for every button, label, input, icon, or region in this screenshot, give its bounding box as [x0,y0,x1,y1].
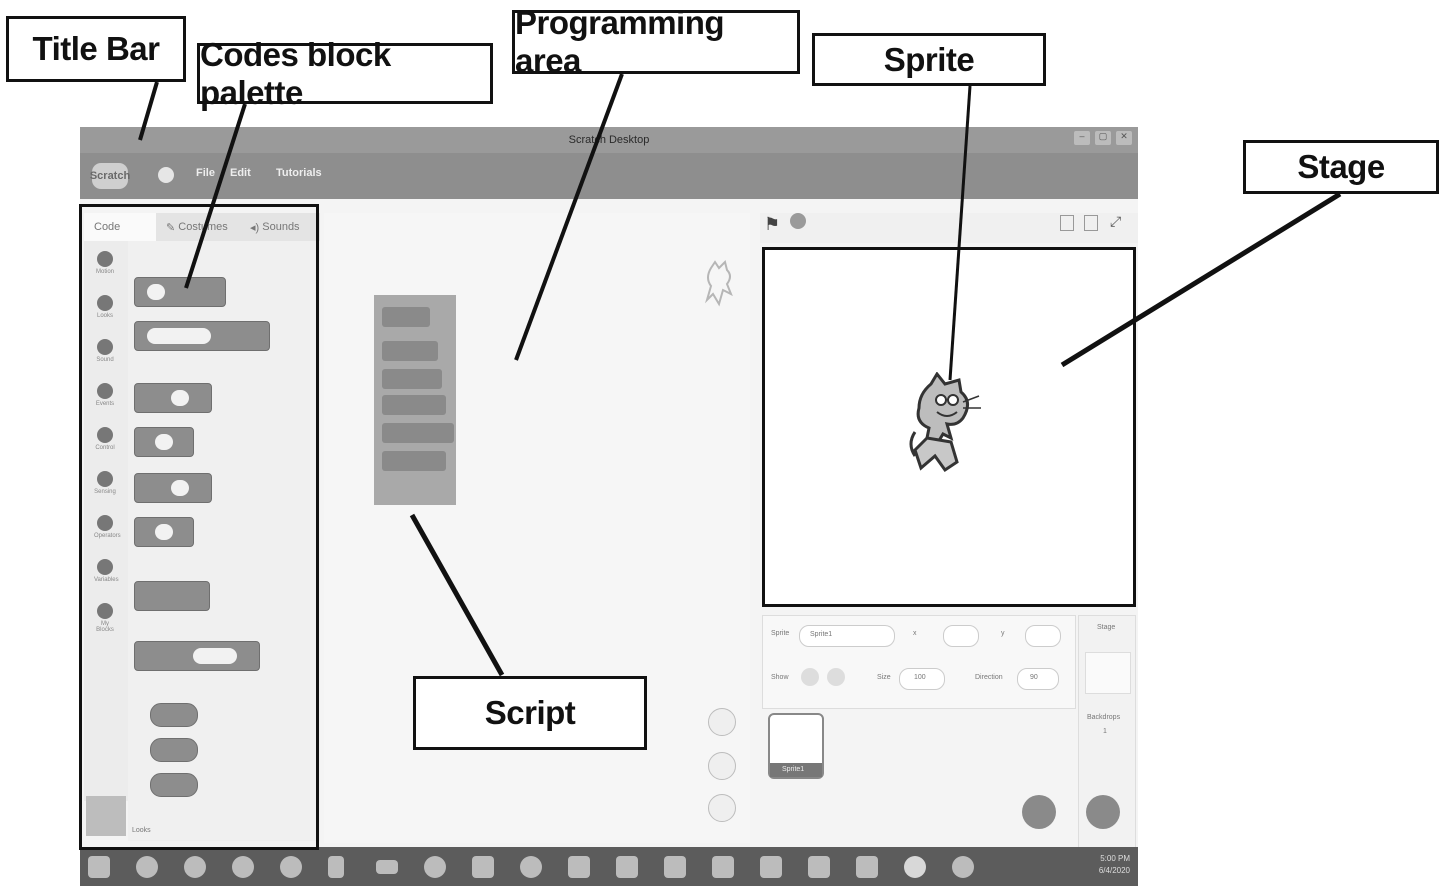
browser-icon[interactable] [424,856,446,878]
palette-highlight-box [79,204,319,850]
script-callout: Script [413,676,647,750]
y-label: y [1001,630,1005,637]
taskbar-app-icon[interactable] [520,856,542,878]
access-icon[interactable] [568,856,590,878]
size-field[interactable]: 100 [899,668,945,690]
file-icon[interactable] [328,856,344,878]
taskbar-clock: 5:00 PM 6/4/2020 [1098,854,1130,875]
title-bar: Scratch Desktop – ▢ ✕ [80,127,1138,153]
window-controls: – ▢ ✕ [1074,131,1132,145]
globe-icon[interactable] [158,167,174,183]
sprite-preview-icon [704,260,733,307]
pdf-icon[interactable] [808,856,830,878]
title-bar-callout: Title Bar [6,16,186,82]
sprite-name-field[interactable]: Sprite1 [799,625,895,647]
maximize-icon[interactable]: ▢ [1095,131,1111,145]
sprite-thumbnail[interactable]: Sprite1 [768,713,824,779]
powerpoint-icon[interactable] [856,856,878,878]
direction-label: Direction [975,674,1003,681]
window-title: Scratch Desktop [568,134,650,146]
choose-backdrop-button[interactable] [1086,795,1120,829]
choose-sprite-button[interactable] [1022,795,1056,829]
stage-callout-text: Stage [1297,148,1385,185]
y-position-field[interactable] [1025,625,1061,647]
stage[interactable] [762,247,1136,607]
script-block[interactable] [382,423,454,443]
sprite-name-label: Sprite [771,630,790,637]
start-icon[interactable] [88,856,110,878]
script-block[interactable] [382,395,446,415]
show-hidden-icon[interactable] [827,668,845,686]
scratch-taskbar-icon[interactable] [904,856,926,878]
script-callout-text: Script [484,694,576,731]
script-block-stack[interactable] [374,295,456,505]
small-stage-icon[interactable] [1060,215,1074,231]
scratch-logo[interactable]: Scratch [90,163,130,189]
show-label: Show [771,674,789,681]
codes-block-palette-callout-text: Codes block palette [200,35,391,111]
menu-file[interactable]: File [196,167,215,179]
green-flag-icon[interactable]: ⚑ [764,214,780,235]
sprite-tile-caption: Sprite1 [770,763,822,777]
folder-icon[interactable] [376,860,398,874]
zoom-in-icon[interactable] [708,708,736,736]
fullscreen-icon[interactable]: ⤢ [1110,213,1121,230]
programming-area-callout-text: Programming area [515,4,725,79]
stage-header [760,213,1138,243]
windows-taskbar: 5:00 PM 6/4/2020 [80,847,1138,886]
excel-icon[interactable] [712,856,734,878]
backdrops-label: Backdrops [1087,714,1121,721]
taskbar-app-icon[interactable] [280,856,302,878]
taskbar-app-icon[interactable] [472,856,494,878]
taskbar-app-icon[interactable] [952,856,974,878]
stage-panel-label: Stage [1097,624,1116,631]
codes-block-palette-callout: Codes block palette [197,36,493,111]
title-bar-callout-text: Title Bar [32,30,160,67]
stage-callout: Stage [1243,140,1439,194]
zoom-out-icon[interactable] [708,752,736,780]
script-block[interactable] [382,307,430,327]
script-block[interactable] [382,369,442,389]
taskbar-app-icon[interactable] [184,856,206,878]
sprite-callout: Sprite [812,33,1046,86]
script-block[interactable] [382,341,438,361]
taskbar-app-icon[interactable] [136,856,158,878]
close-icon[interactable]: ✕ [1116,131,1132,145]
backdrop-count: 1 [1103,728,1107,735]
stop-icon[interactable] [790,213,806,229]
script-block[interactable] [382,451,446,471]
zoom-reset-icon[interactable] [708,794,736,822]
x-label: x [913,630,917,637]
menu-bar: Scratch File Edit Tutorials [80,153,1138,199]
sprite-callout-text: Sprite [883,40,975,78]
direction-field[interactable]: 90 [1017,668,1059,690]
taskbar-app-icon[interactable] [232,856,254,878]
backdrop-thumbnail[interactable] [1085,652,1131,694]
publisher-icon[interactable] [664,856,686,878]
large-stage-icon[interactable] [1084,215,1098,231]
x-position-field[interactable] [943,625,979,647]
menu-tutorials[interactable]: Tutorials [276,167,322,179]
sprite-info-panel: Sprite Sprite1 x y Show Size 100 Directi… [762,615,1076,709]
cat-sprite[interactable] [907,372,987,476]
show-visible-icon[interactable] [801,668,819,686]
minimize-icon[interactable]: – [1074,131,1090,145]
programming-area-callout: Programming area [512,4,800,79]
word-icon[interactable] [616,856,638,878]
taskbar-app-icon[interactable] [760,856,782,878]
size-label: Size [877,674,891,681]
menu-edit[interactable]: Edit [230,167,251,179]
